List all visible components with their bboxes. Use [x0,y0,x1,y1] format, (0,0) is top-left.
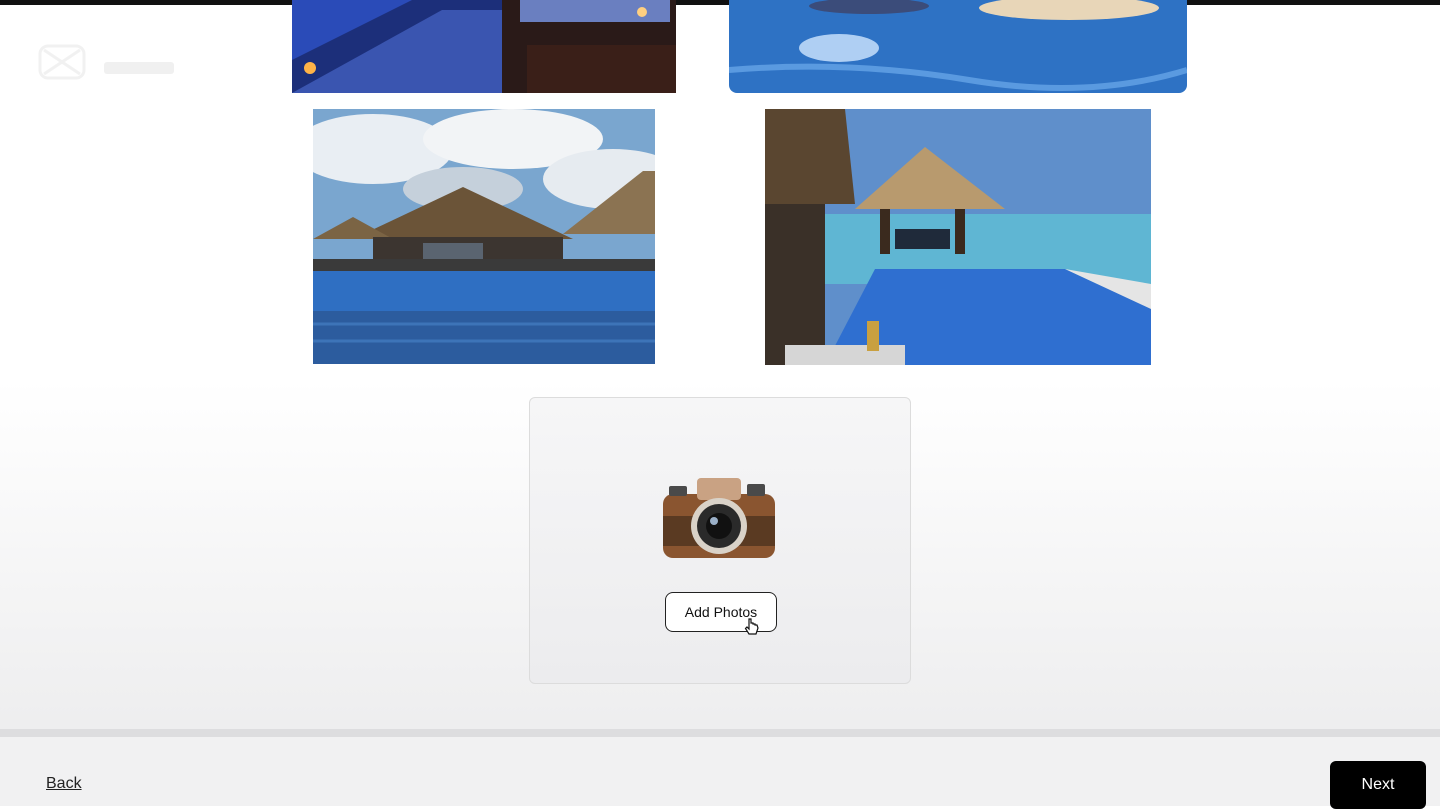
wizard-footer: Back Next [0,729,1440,809]
back-link[interactable]: Back [46,775,82,793]
photo-thumbnail-1[interactable] [292,0,676,93]
camera-icon [659,472,779,564]
app-logo-icon [36,40,88,84]
next-button[interactable]: Next [1330,761,1426,809]
pointer-cursor-icon [744,618,760,638]
app-logo-wordmark [104,62,174,74]
top-edge-bar [0,0,1440,5]
photo-thumbnail-4[interactable] [765,109,1151,365]
photo-thumbnail-2[interactable] [729,0,1187,93]
photo-thumbnail-3[interactable] [313,109,655,364]
add-photos-card: Add Photos [529,397,911,684]
add-photos-button[interactable]: Add Photos [665,592,777,632]
